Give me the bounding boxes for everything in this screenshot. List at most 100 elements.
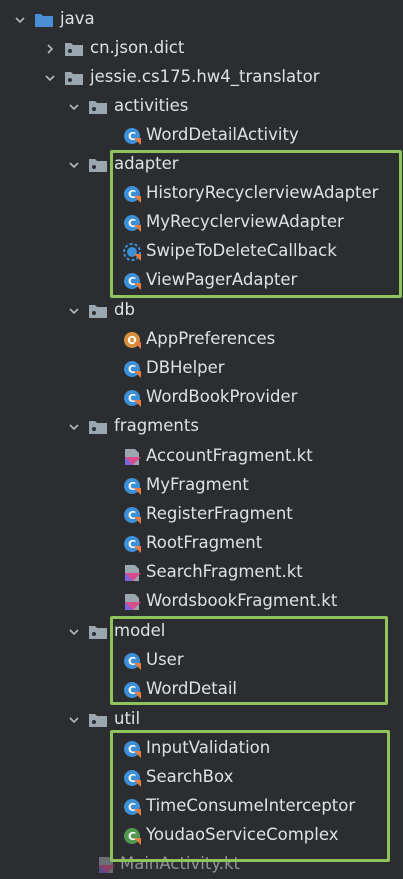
tree-row-fragments[interactable]: fragments <box>0 412 403 441</box>
svg-text:C: C <box>128 188 136 201</box>
tree-row-my-recyclerview-adapter[interactable]: C MyRecyclerviewAdapter <box>0 208 403 237</box>
svg-text:C: C <box>128 509 136 522</box>
tree-label: RootFragment <box>146 533 263 553</box>
kotlin-class-icon: C <box>124 185 141 203</box>
tree-row-java[interactable]: java <box>0 5 403 34</box>
tree-label: model <box>114 621 166 641</box>
svg-text:C: C <box>128 363 136 376</box>
tree-row-word-detail-activity[interactable]: C WordDetailActivity <box>0 121 403 150</box>
tree-row-dbhelper[interactable]: C DBHelper <box>0 354 403 383</box>
kotlin-object-icon: O <box>124 331 141 349</box>
kotlin-class-icon: C <box>124 798 141 816</box>
chevron-down-icon[interactable] <box>66 712 82 728</box>
chevron-down-icon[interactable] <box>66 419 82 435</box>
java-folder-icon <box>35 13 53 27</box>
tree-row-view-pager-adapter[interactable]: C ViewPagerAdapter <box>0 266 403 295</box>
kotlin-class-icon: C <box>124 740 141 758</box>
tree-row-main-activity-kt[interactable]: MainActivity.kt <box>0 850 403 879</box>
package-icon <box>65 71 83 85</box>
kotlin-class-icon: C <box>124 389 141 407</box>
package-icon <box>89 100 107 114</box>
tree-label: cn.json.dict <box>90 38 185 58</box>
tree-label: WordDetailActivity <box>146 125 299 145</box>
kotlin-class-icon: C <box>124 652 141 670</box>
tree-row-register-fragment[interactable]: C RegisterFragment <box>0 500 403 529</box>
chevron-down-icon[interactable] <box>42 70 58 86</box>
tree-row-search-box[interactable]: C SearchBox <box>0 763 403 792</box>
package-icon <box>89 625 107 639</box>
kotlin-class-icon: C <box>124 360 141 378</box>
kotlin-class-icon: C <box>124 535 141 553</box>
chevron-down-icon[interactable] <box>66 99 82 115</box>
kotlin-class-icon: C <box>124 506 141 524</box>
svg-text:C: C <box>128 772 136 785</box>
kotlin-file-icon <box>99 856 115 873</box>
kotlin-file-icon <box>125 593 141 610</box>
svg-text:C: C <box>128 275 136 288</box>
svg-text:C: C <box>128 830 136 843</box>
tree-row-word-book-provider[interactable]: C WordBookProvider <box>0 383 403 412</box>
svg-text:C: C <box>128 538 136 551</box>
tree-row-swipe-to-delete-callback[interactable]: SwipeToDeleteCallback <box>0 237 403 266</box>
svg-text:O: O <box>127 334 136 347</box>
tree-label: WordDetail <box>146 679 238 699</box>
kotlin-class-icon: C <box>124 127 141 145</box>
tree-row-app-preferences[interactable]: O AppPreferences <box>0 325 403 354</box>
svg-text:C: C <box>128 684 136 697</box>
tree-label: db <box>114 300 135 320</box>
tree-label: activities <box>114 96 189 116</box>
kotlin-service-class-icon: C <box>124 827 141 845</box>
tree-label: jessie.cs175.hw4_translator <box>90 67 320 87</box>
tree-label: SwipeToDeleteCallback <box>146 241 337 261</box>
tree-row-cn-json-dict[interactable]: cn.json.dict <box>0 34 403 63</box>
tree-row-history-recyclerview-adapter[interactable]: C HistoryRecyclerviewAdapter <box>0 179 403 208</box>
tree-row-jessie-package[interactable]: jessie.cs175.hw4_translator <box>0 63 403 92</box>
tree-row-db[interactable]: db <box>0 296 403 325</box>
chevron-down-icon[interactable] <box>66 157 82 173</box>
tree-label: User <box>146 650 184 670</box>
package-icon <box>65 42 83 56</box>
svg-text:C: C <box>128 217 136 230</box>
tree-row-account-fragment-kt[interactable]: AccountFragment.kt <box>0 442 403 471</box>
tree-label: SearchBox <box>146 767 234 787</box>
package-icon <box>89 158 107 172</box>
tree-row-adapter[interactable]: adapter <box>0 150 403 179</box>
tree-label: RegisterFragment <box>146 504 293 524</box>
kotlin-class-icon: C <box>124 477 141 495</box>
tree-row-activities[interactable]: activities <box>0 92 403 121</box>
svg-text:C: C <box>128 743 136 756</box>
tree-label: InputValidation <box>146 738 271 758</box>
tree-row-youdao-service-complex[interactable]: C YoudaoServiceComplex <box>0 821 403 850</box>
project-tree: java cn.json.dict jessie.cs175.hw4_trans… <box>0 0 403 876</box>
chevron-down-icon[interactable] <box>12 12 28 28</box>
chevron-down-icon[interactable] <box>66 624 82 640</box>
chevron-right-icon[interactable] <box>42 41 58 57</box>
package-icon <box>89 420 107 434</box>
tree-label: adapter <box>114 154 179 174</box>
kotlin-class-icon: C <box>124 681 141 699</box>
tree-row-wordsbook-fragment-kt[interactable]: WordsbookFragment.kt <box>0 587 403 616</box>
tree-row-input-validation[interactable]: C InputValidation <box>0 734 403 763</box>
tree-label: MainActivity.kt <box>120 854 241 874</box>
kotlin-class-icon: C <box>124 214 141 232</box>
tree-label: WordsbookFragment.kt <box>146 591 338 611</box>
tree-label: MyRecyclerviewAdapter <box>146 212 344 232</box>
kotlin-file-icon <box>125 448 141 465</box>
tree-label: util <box>114 709 141 729</box>
tree-label: fragments <box>114 416 199 436</box>
tree-label: MyFragment <box>146 475 249 495</box>
package-icon <box>89 713 107 727</box>
tree-row-time-consume-interceptor[interactable]: C TimeConsumeInterceptor <box>0 792 403 821</box>
tree-row-my-fragment[interactable]: C MyFragment <box>0 471 403 500</box>
kotlin-class-icon: C <box>124 272 141 290</box>
tree-row-root-fragment[interactable]: C RootFragment <box>0 529 403 558</box>
svg-text:C: C <box>128 392 136 405</box>
tree-row-model[interactable]: model <box>0 617 403 646</box>
chevron-down-icon[interactable] <box>66 303 82 319</box>
tree-row-user[interactable]: C User <box>0 646 403 675</box>
tree-row-search-fragment-kt[interactable]: SearchFragment.kt <box>0 558 403 587</box>
tree-row-word-detail[interactable]: C WordDetail <box>0 675 403 704</box>
tree-label: java <box>60 9 95 29</box>
tree-row-util[interactable]: util <box>0 705 403 734</box>
tree-label: HistoryRecyclerviewAdapter <box>146 183 379 203</box>
